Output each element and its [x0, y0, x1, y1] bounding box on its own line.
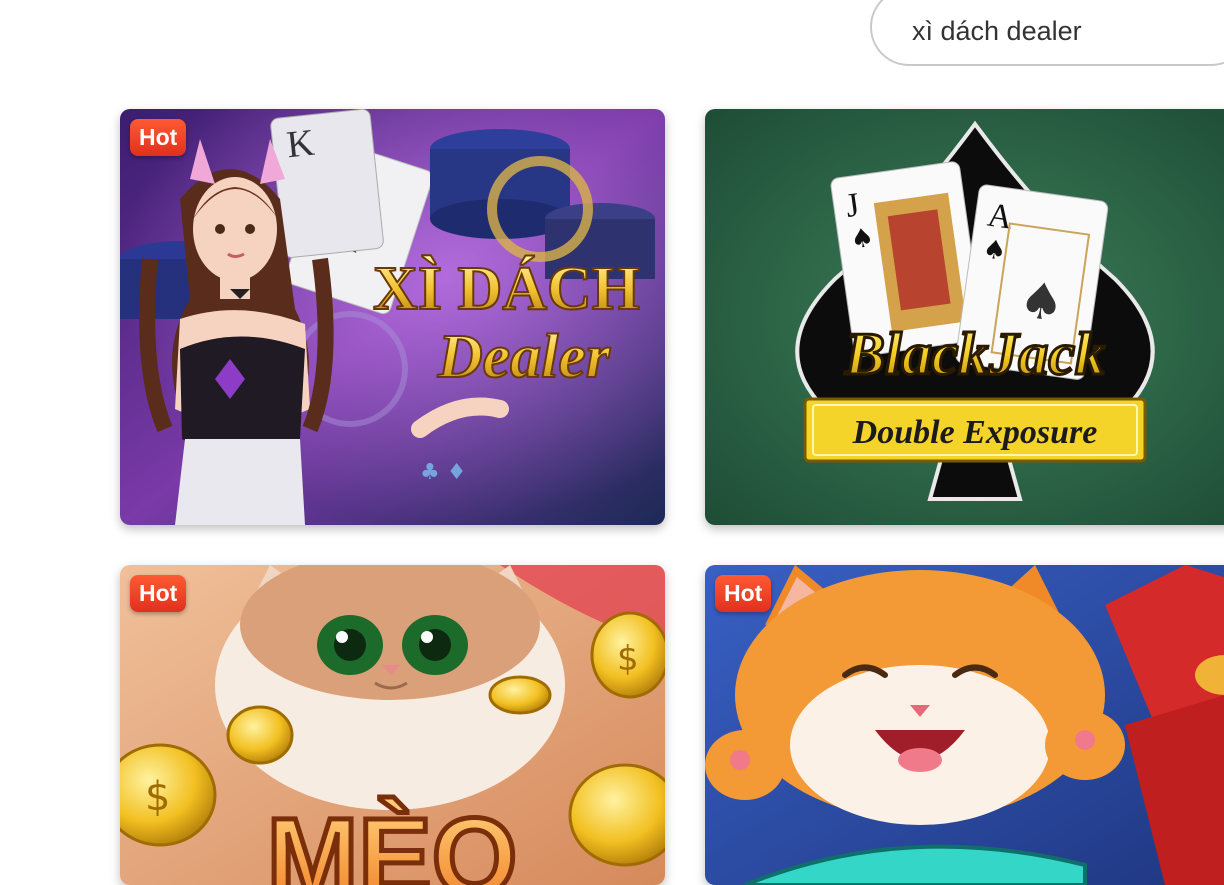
- svg-text:$: $: [145, 774, 170, 820]
- svg-text:♠: ♠: [849, 223, 876, 256]
- game-thumbnail: [705, 565, 1224, 885]
- search-box[interactable]: [870, 0, 1224, 66]
- game-thumbnail: $ $ MÈO: [120, 565, 665, 885]
- game-card-xi-dach-dealer[interactable]: A ♠ K: [120, 109, 665, 525]
- hot-badge: Hot: [715, 575, 772, 612]
- game-thumbnail: J ♠ A ♠ ♠ BlackJack Double Exposure: [705, 109, 1224, 525]
- game-card-lucky-cat[interactable]: Hot: [705, 565, 1224, 885]
- game-thumbnail: A ♠ K: [120, 109, 665, 525]
- hot-badge: Hot: [130, 119, 187, 156]
- game-title-line2: Dealer: [437, 323, 611, 391]
- game-title-line1: XÌ DÁCH: [373, 255, 640, 323]
- search-input[interactable]: [912, 16, 1224, 47]
- game-card-meo[interactable]: $ $ MÈO Hot: [120, 565, 665, 885]
- hot-badge: Hot: [130, 575, 187, 612]
- game-card-blackjack-double-exposure[interactable]: J ♠ A ♠ ♠ BlackJack Double Exposure: [705, 109, 1224, 525]
- svg-text:♣ ♦: ♣ ♦: [420, 460, 466, 485]
- svg-text:$: $: [617, 639, 639, 679]
- svg-text:K: K: [285, 122, 317, 167]
- game-title-line2: Double Exposure: [852, 414, 1098, 451]
- game-title-line1: BlackJack: [844, 321, 1105, 387]
- game-title: MÈO: [267, 796, 518, 885]
